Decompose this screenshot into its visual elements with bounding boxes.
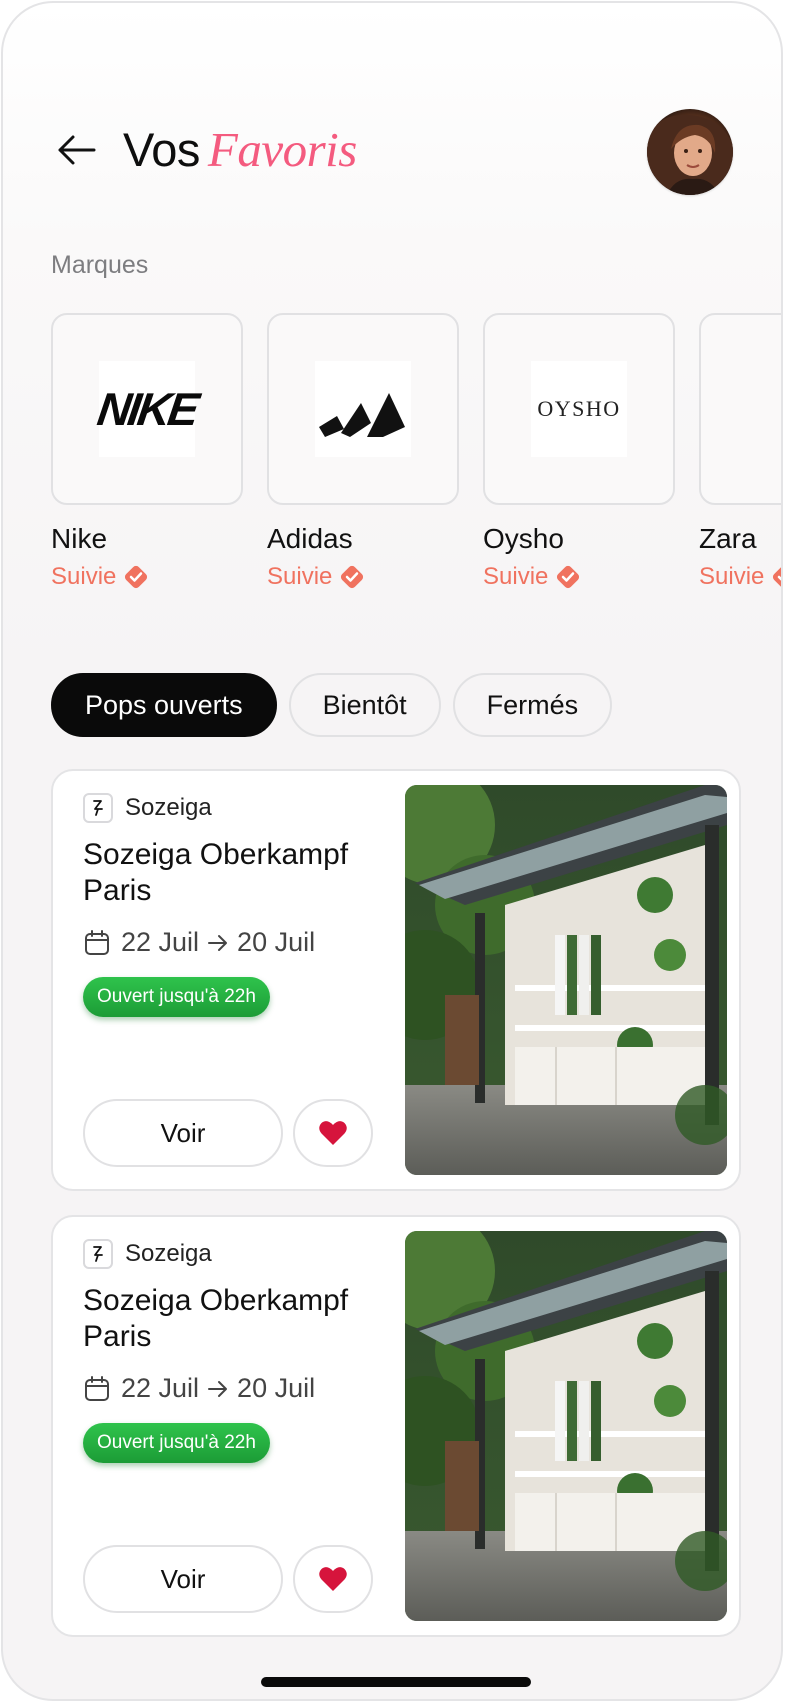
arrow-right-icon	[208, 934, 228, 951]
adidas-stripes-icon	[319, 393, 405, 437]
brand-status: Suivie	[699, 563, 781, 591]
heart-icon	[319, 1121, 347, 1145]
filter-tabs: Pops ouverts Bientôt Fermés	[51, 673, 613, 737]
filter-open-pops[interactable]: Pops ouverts	[51, 673, 277, 737]
favorite-button[interactable]	[293, 1545, 373, 1613]
arrow-left-icon	[58, 135, 96, 164]
brand-card[interactable]: ZA	[699, 313, 781, 505]
page-title: Vos Favoris	[123, 121, 357, 178]
view-button[interactable]: Voir	[83, 1545, 283, 1613]
brand-name: Nike	[51, 523, 108, 554]
brand-status-label: Suivie	[51, 563, 117, 590]
home-indicator[interactable]	[261, 1677, 531, 1687]
back-button[interactable]	[53, 126, 101, 174]
card-dates: 22 Juil 20 Juil	[83, 1373, 315, 1404]
popup-card[interactable]: Sozeiga Sozeiga Oberkampf Paris 22 Juil …	[51, 769, 741, 1191]
brand-status-label: Suivie	[267, 563, 333, 590]
date-from: 22 Juil	[121, 1373, 200, 1403]
card-title: Sozeiga Oberkampf Paris	[83, 1284, 349, 1353]
phone-screen: Vos Favoris Marques NIKE Nike Suivie Adi…	[1, 1, 783, 1701]
brands-section-label: Marques	[51, 251, 149, 279]
verified-badge-icon	[557, 565, 580, 589]
verified-badge-icon	[773, 565, 781, 589]
popup-store-image[interactable]	[405, 1231, 727, 1621]
favorite-button[interactable]	[293, 1099, 373, 1167]
brand-card[interactable]	[267, 313, 459, 505]
brands-carousel[interactable]: NIKE Nike Suivie Adidas Suivie OYSHO Oys…	[51, 313, 781, 591]
card-brand-name: Sozeiga	[125, 794, 212, 821]
view-button[interactable]: Voir	[83, 1099, 283, 1167]
calendar-icon	[85, 929, 109, 955]
brand-card[interactable]: NIKE	[51, 313, 243, 505]
page-title-main: Vos	[123, 123, 200, 176]
date-from: 22 Juil	[121, 927, 200, 957]
sozeiga-logo-icon	[83, 1239, 113, 1269]
popup-store-image[interactable]	[405, 785, 727, 1175]
card-brand: Sozeiga	[83, 1239, 212, 1269]
avatar[interactable]	[647, 109, 733, 195]
card-dates: 22 Juil 20 Juil	[83, 927, 315, 958]
brand-card[interactable]: OYSHO	[483, 313, 675, 505]
avatar-portrait	[647, 114, 733, 195]
filter-closed[interactable]: Fermés	[452, 673, 613, 737]
brand-status-label: Suivie	[483, 563, 549, 590]
status-badge: Ouvert jusqu'à 22h	[83, 1423, 270, 1463]
brand-status: Suivie	[51, 563, 243, 591]
popup-card[interactable]: Sozeiga Sozeiga Oberkampf Paris 22 Juil …	[51, 1215, 741, 1637]
oysho-logo-text: OYSHO	[537, 396, 621, 421]
brand-item-oysho[interactable]: OYSHO Oysho Suivie	[483, 313, 675, 591]
brand-name: Zara	[699, 523, 757, 554]
sozeiga-logo-icon	[83, 793, 113, 823]
brand-status: Suivie	[267, 563, 459, 591]
heart-icon	[319, 1567, 347, 1591]
card-brand: Sozeiga	[83, 793, 212, 823]
nike-logo: NIKE	[94, 361, 200, 457]
card-brand-name: Sozeiga	[125, 1240, 212, 1267]
calendar-icon	[85, 1375, 109, 1401]
arrow-right-icon	[208, 1380, 228, 1397]
brand-status-label: Suivie	[699, 563, 765, 590]
page-header: Vos Favoris	[53, 121, 357, 178]
nike-logo-text: NIKE	[94, 383, 200, 435]
adidas-logo	[315, 361, 411, 457]
oysho-logo: OYSHO	[531, 361, 627, 457]
brand-item-zara[interactable]: ZA Zara Suivie	[699, 313, 781, 591]
brand-name: Adidas	[267, 523, 353, 554]
brand-item-adidas[interactable]: Adidas Suivie	[267, 313, 459, 591]
brand-status: Suivie	[483, 563, 675, 591]
brand-item-nike[interactable]: NIKE Nike Suivie	[51, 313, 243, 591]
date-to: 20 Juil	[237, 927, 316, 957]
card-title: Sozeiga Oberkampf Paris	[83, 838, 349, 907]
verified-badge-icon	[341, 565, 364, 589]
brand-name: Oysho	[483, 523, 564, 554]
date-to: 20 Juil	[237, 1373, 316, 1403]
page-title-accent: Favoris	[207, 122, 357, 177]
verified-badge-icon	[125, 565, 148, 589]
filter-soon[interactable]: Bientôt	[288, 673, 441, 737]
status-badge: Ouvert jusqu'à 22h	[83, 977, 270, 1017]
